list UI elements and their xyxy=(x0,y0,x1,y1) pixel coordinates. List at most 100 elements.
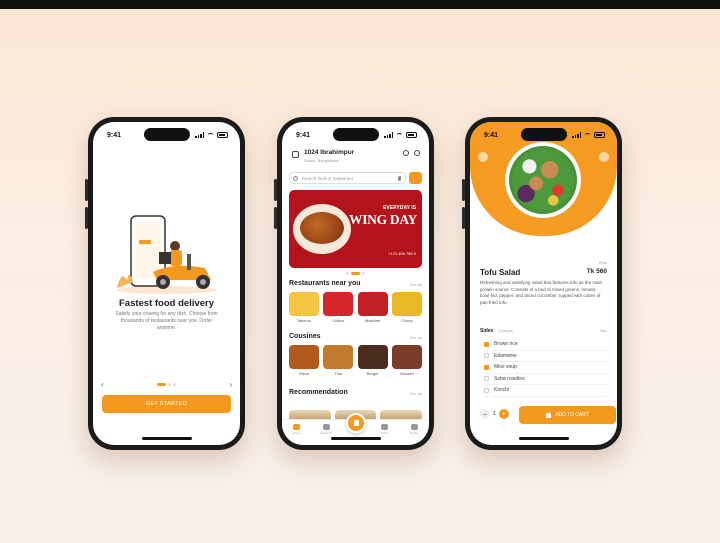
profile-icon xyxy=(410,423,418,430)
minus-button[interactable]: – xyxy=(480,409,490,419)
location-pin-icon xyxy=(292,151,299,158)
cuisine-image xyxy=(391,345,422,369)
pager-dot xyxy=(173,382,176,386)
restaurant-card[interactable]: Chillox xyxy=(323,292,354,323)
battery-icon xyxy=(217,132,228,138)
next-arrow-icon[interactable]: › xyxy=(229,380,232,389)
sides-max: Max xyxy=(600,329,607,333)
signal-icon xyxy=(572,132,581,138)
status-bar: 9:41 xyxy=(484,130,605,140)
sides-optional: (Optional) xyxy=(498,329,514,333)
heart-icon xyxy=(322,423,330,430)
tab-home[interactable]: Home xyxy=(291,423,303,436)
side-option[interactable]: Soba noodles xyxy=(484,374,607,385)
checkbox-icon[interactable] xyxy=(484,376,489,382)
cuisine-card[interactable]: Burger xyxy=(357,345,388,376)
restaurant-image xyxy=(323,292,354,316)
status-time: 9:41 xyxy=(484,131,499,139)
food-title: Tofu Salad xyxy=(480,268,521,277)
tab-profile[interactable]: Profile xyxy=(408,423,420,436)
phone-onboarding: 9:41 Fastest food delivery Satisfy your … xyxy=(85,117,245,450)
side-option[interactable]: Brown rice xyxy=(484,339,607,351)
get-started-button[interactable]: GET STARTED xyxy=(102,395,231,413)
detail-screen: 9:41 Price Tofu Salad Tk 560 Refreshing … xyxy=(470,122,617,445)
quantity-value: 1 xyxy=(493,411,496,417)
tab-favourite[interactable]: Favourite xyxy=(320,423,332,436)
status-bar: 9:41 xyxy=(107,130,228,140)
checkbox-icon[interactable] xyxy=(484,341,489,347)
restaurant-image xyxy=(289,292,319,316)
wifi-icon xyxy=(396,132,403,138)
banner-dots xyxy=(346,272,365,275)
status-time: 9:41 xyxy=(107,131,122,139)
cuisine-card[interactable]: Pizza xyxy=(289,345,319,376)
promo-banner[interactable]: EVERYDAY IS WING DAY +123 456 789 0 xyxy=(289,190,422,268)
search-placeholder: Search food or restaurant xyxy=(302,175,354,181)
status-time: 9:41 xyxy=(296,131,311,139)
signal-icon xyxy=(384,132,393,138)
top-bar xyxy=(0,0,720,9)
bag-icon xyxy=(546,412,552,418)
filter-button[interactable] xyxy=(409,172,422,184)
pager-dot-active xyxy=(157,382,166,386)
cuisines-see-all[interactable]: See all xyxy=(410,335,422,340)
cuisine-card[interactable]: Thai xyxy=(323,345,354,376)
side-option[interactable]: Edamame xyxy=(484,351,607,362)
banner-eyebrow: EVERYDAY IS xyxy=(383,205,416,211)
cart-fab-button[interactable] xyxy=(345,413,366,433)
restaurant-card[interactable]: Cheez xyxy=(391,292,422,323)
phone-detail: 9:41 Price Tofu Salad Tk 560 Refreshing … xyxy=(462,117,622,450)
restaurant-image xyxy=(391,292,422,316)
prev-arrow-icon[interactable]: ‹ xyxy=(101,380,104,389)
banner-title: WING DAY xyxy=(349,212,417,227)
home-icon xyxy=(293,423,301,430)
cuisine-label: Burger xyxy=(366,371,379,376)
quantity-stepper: – 1 + xyxy=(480,408,509,420)
checkbox-icon[interactable] xyxy=(484,387,489,393)
battery-icon xyxy=(594,132,605,138)
side-option-label: Brown rice xyxy=(494,341,518,348)
sides-header: Sides (Optional) Max xyxy=(480,328,607,336)
food-description: Refreshing and satisfying salad that fea… xyxy=(480,280,603,305)
add-to-cart-button[interactable]: ADD TO CART xyxy=(519,406,616,424)
restaurant-label: Chillox xyxy=(332,318,345,323)
side-option[interactable]: Kimchi xyxy=(484,385,607,397)
onboarding-description: Satisfy your craving for any dish. Choos… xyxy=(115,311,218,331)
cuisine-label: Pizza xyxy=(299,371,309,376)
search-icon xyxy=(293,176,298,181)
location-sub: Dhaka, Bangladesh xyxy=(304,158,339,163)
cuisine-image xyxy=(289,345,319,369)
restaurant-card[interactable]: Takeout xyxy=(289,292,319,323)
tab-order[interactable]: Order xyxy=(379,423,391,436)
bell-icon[interactable] xyxy=(414,150,420,156)
onboarding-pager: ‹ › xyxy=(101,380,232,389)
location-header[interactable]: 1024 Ibrahimpur Dhaka, Bangladesh xyxy=(292,149,420,167)
pager-dot xyxy=(168,382,171,386)
onboarding-title: Fastest food delivery xyxy=(118,298,215,309)
restaurants-see-all[interactable]: See all xyxy=(410,282,422,287)
side-option[interactable]: Miso soup xyxy=(484,362,607,374)
restaurant-label: Madchef xyxy=(364,318,381,323)
plus-button[interactable]: + xyxy=(498,409,509,419)
onboarding-screen: 9:41 Fastest food delivery Satisfy your … xyxy=(93,122,240,445)
restaurant-card[interactable]: Madchef xyxy=(357,292,388,323)
wings-image xyxy=(300,212,344,244)
checkbox-icon[interactable] xyxy=(484,353,489,359)
price-label: Price xyxy=(599,261,607,265)
mic-icon[interactable] xyxy=(398,176,401,181)
restaurant-image xyxy=(357,292,388,316)
cuisine-card[interactable]: Dessert xyxy=(391,345,422,376)
checkbox-icon[interactable] xyxy=(484,364,489,370)
cart-icon[interactable] xyxy=(403,150,409,156)
back-button[interactable] xyxy=(478,152,488,162)
cuisine-image xyxy=(357,345,388,369)
favourite-button[interactable] xyxy=(599,152,609,162)
search-input[interactable]: Search food or restaurant xyxy=(289,172,406,184)
recommendation-see-all[interactable]: See all xyxy=(410,391,422,396)
order-icon xyxy=(381,423,389,430)
cuisine-label: Dessert xyxy=(400,371,414,376)
side-option-label: Edamame xyxy=(494,352,517,359)
pager-dots xyxy=(157,382,176,386)
restaurants-list: Takeout Chillox Madchef Cheez xyxy=(289,292,422,323)
recommendation-heading: Recommendation xyxy=(289,389,348,396)
